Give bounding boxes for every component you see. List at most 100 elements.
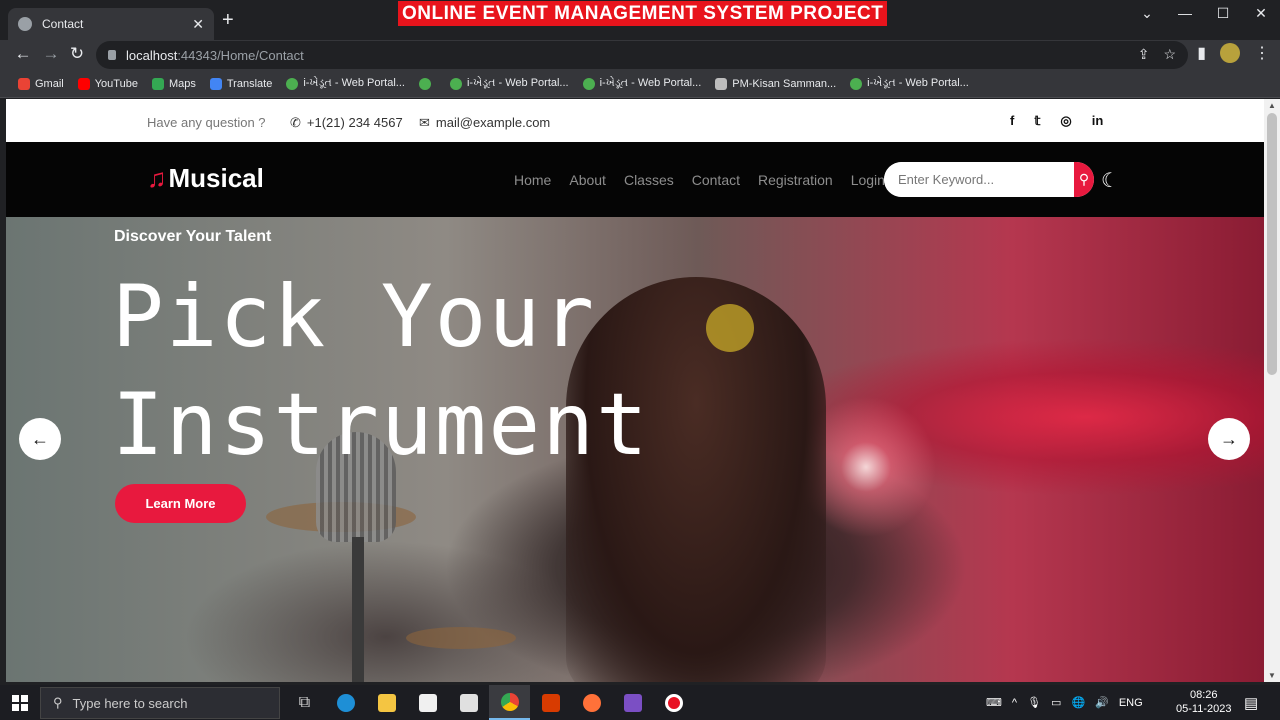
learn-more-button[interactable]: Learn More	[115, 484, 246, 523]
close-window-button[interactable]: ✕	[1242, 0, 1280, 28]
bookmark-translate[interactable]: Translate	[209, 77, 272, 90]
notification-icon[interactable]: ▤	[1244, 694, 1258, 712]
mail-icon[interactable]	[448, 685, 489, 720]
carousel-next-button[interactable]: →	[1208, 418, 1250, 460]
chrome-icon[interactable]	[489, 685, 530, 720]
page-scrollbar[interactable]: ▲ ▼	[1264, 99, 1280, 682]
hero-headline-line1: Pick Your	[112, 267, 596, 367]
site-navbar: ♫ Musical Home About Classes Contact Reg…	[6, 142, 1264, 217]
office-icon[interactable]	[530, 685, 571, 720]
bookmark-ikhedut-3[interactable]: i-ખેડૂત - Web Portal...	[582, 77, 701, 90]
facebook-icon[interactable]: f	[1010, 113, 1014, 129]
globe-icon	[582, 77, 595, 90]
new-tab-button[interactable]: +	[222, 10, 234, 30]
globe-icon	[286, 77, 299, 90]
menu-login[interactable]: Login	[851, 172, 885, 188]
translate-icon	[209, 77, 222, 90]
windows-taskbar: ⚲ Type here to search ⧉ ⌨ ^ 🎙 ▭ 🌐 🔊 ENG …	[0, 685, 1280, 720]
bookmark-ikhedut-2[interactable]: i-ખેડૂત - Web Portal...	[449, 77, 569, 90]
menu-contact[interactable]: Contact	[692, 172, 740, 188]
scrollbar-thumb[interactable]	[1267, 113, 1277, 375]
store-icon[interactable]	[407, 685, 448, 720]
question-text: Have any question ?	[147, 115, 266, 130]
phone-contact[interactable]: ✆ +1(21) 234 4567	[290, 115, 403, 131]
globe-icon	[18, 17, 32, 31]
close-tab-icon[interactable]: ✕	[192, 16, 204, 33]
share-icon[interactable]: ⇪	[1138, 46, 1150, 63]
scroll-down-icon[interactable]: ▼	[1268, 671, 1276, 680]
maps-icon	[151, 77, 164, 90]
search-box: ⚲	[884, 162, 1094, 197]
forward-button[interactable]: →	[40, 44, 62, 64]
firefox-icon[interactable]	[571, 685, 612, 720]
volume-icon[interactable]: 🔊	[1095, 696, 1109, 709]
windows-start-icon[interactable]	[12, 695, 28, 711]
language-indicator[interactable]: ENG	[1119, 697, 1143, 709]
url-path: :44343/Home/Contact	[177, 47, 304, 63]
profile-avatar[interactable]	[1220, 43, 1240, 63]
reload-button[interactable]: ↻	[66, 44, 88, 64]
back-button[interactable]: ←	[12, 44, 34, 64]
minimize-button[interactable]: —	[1166, 0, 1204, 28]
search-button[interactable]: ⚲	[1074, 162, 1094, 197]
taskbar-clock[interactable]: 08:26 05-11-2023	[1176, 688, 1231, 716]
bookmark-ikhedut-4[interactable]: i-ખેડૂત - Web Portal...	[850, 77, 969, 90]
globe-icon	[449, 77, 462, 90]
side-panel-icon[interactable]: ▮	[1197, 43, 1206, 63]
menu-home[interactable]: Home	[514, 172, 551, 188]
menu-kebab-icon[interactable]: ⋮	[1254, 43, 1270, 63]
browser-tab-bar: Contact ✕ + ONLINE EVENT MANAGEMENT SYST…	[0, 0, 1280, 40]
carousel-prev-button[interactable]: ←	[19, 418, 61, 460]
browser-toolbar: ← → ↻ localhost:44343/Home/Contact ⇪ ☆ ▮…	[0, 40, 1280, 70]
microphone-icon[interactable]: 🎙	[1027, 696, 1041, 709]
mic-stand-image	[352, 537, 364, 682]
battery-icon[interactable]: ▭	[1051, 696, 1061, 709]
address-bar[interactable]: localhost:44343/Home/Contact ⇪ ☆	[96, 41, 1188, 69]
task-view-icon[interactable]: ⧉	[284, 685, 325, 720]
hero-subtitle: Discover Your Talent	[114, 228, 272, 245]
search-icon: ⚲	[1078, 171, 1090, 187]
system-tray: ⌨ ^ 🎙 ▭ 🌐 🔊 ENG	[986, 685, 1143, 720]
bookmark-youtube[interactable]: YouTube	[77, 77, 138, 90]
search-input[interactable]	[884, 162, 1074, 197]
menu-about[interactable]: About	[569, 172, 606, 188]
recorder-icon[interactable]	[653, 685, 694, 720]
site-logo[interactable]: ♫ Musical	[147, 163, 264, 194]
tab-title: Contact	[42, 17, 84, 31]
hero-headline: Pick Your Instrument	[112, 263, 650, 479]
hero-carousel: Discover Your Talent Pick Your Instrumen…	[6, 217, 1264, 682]
chevron-up-icon[interactable]: ^	[1012, 697, 1017, 709]
bookmark-ikhedut-1[interactable]: i-ખેડૂત - Web Portal...	[286, 77, 405, 90]
menu-classes[interactable]: Classes	[624, 172, 674, 188]
music-note-icon: ♫	[147, 163, 167, 193]
tab-search-icon[interactable]: ⌄	[1128, 0, 1166, 28]
bookmark-star-icon[interactable]: ☆	[1163, 46, 1176, 63]
dark-mode-moon-icon[interactable]: ☾	[1101, 168, 1119, 193]
scroll-up-icon[interactable]: ▲	[1268, 101, 1276, 110]
linkedin-icon[interactable]: in	[1092, 113, 1104, 129]
email-contact[interactable]: ✉ mail@example.com	[419, 115, 550, 131]
twitter-icon[interactable]: 𝕥	[1034, 113, 1040, 129]
edge-icon[interactable]	[325, 685, 366, 720]
bookmark-unnamed[interactable]	[418, 77, 436, 90]
gmail-icon	[18, 77, 30, 90]
bookmark-maps[interactable]: Maps	[151, 77, 196, 90]
file-explorer-icon[interactable]	[366, 685, 407, 720]
search-icon: ⚲	[53, 695, 63, 710]
browser-tab[interactable]: Contact ✕	[8, 8, 214, 40]
bookmark-gmail[interactable]: Gmail	[18, 77, 64, 90]
visual-studio-icon[interactable]	[612, 685, 653, 720]
hero-headline-line2: Instrument	[112, 375, 650, 475]
envelope-icon: ✉	[419, 115, 430, 130]
url-host: localhost	[126, 47, 178, 63]
menu-registration[interactable]: Registration	[758, 172, 833, 188]
maximize-button[interactable]: ☐	[1204, 0, 1242, 28]
taskbar-search[interactable]: ⚲ Type here to search	[40, 687, 280, 719]
network-icon[interactable]: 🌐	[1071, 696, 1085, 709]
bookmark-pm-kisan[interactable]: PM-Kisan Samman...	[715, 77, 836, 90]
instagram-icon[interactable]: ◎	[1060, 113, 1071, 129]
keyboard-icon[interactable]: ⌨	[986, 696, 1002, 709]
globe-icon	[850, 77, 863, 90]
page-viewport: Have any question ? ✆ +1(21) 234 4567 ✉ ma…	[6, 99, 1264, 682]
clock-time: 08:26	[1189, 689, 1218, 701]
